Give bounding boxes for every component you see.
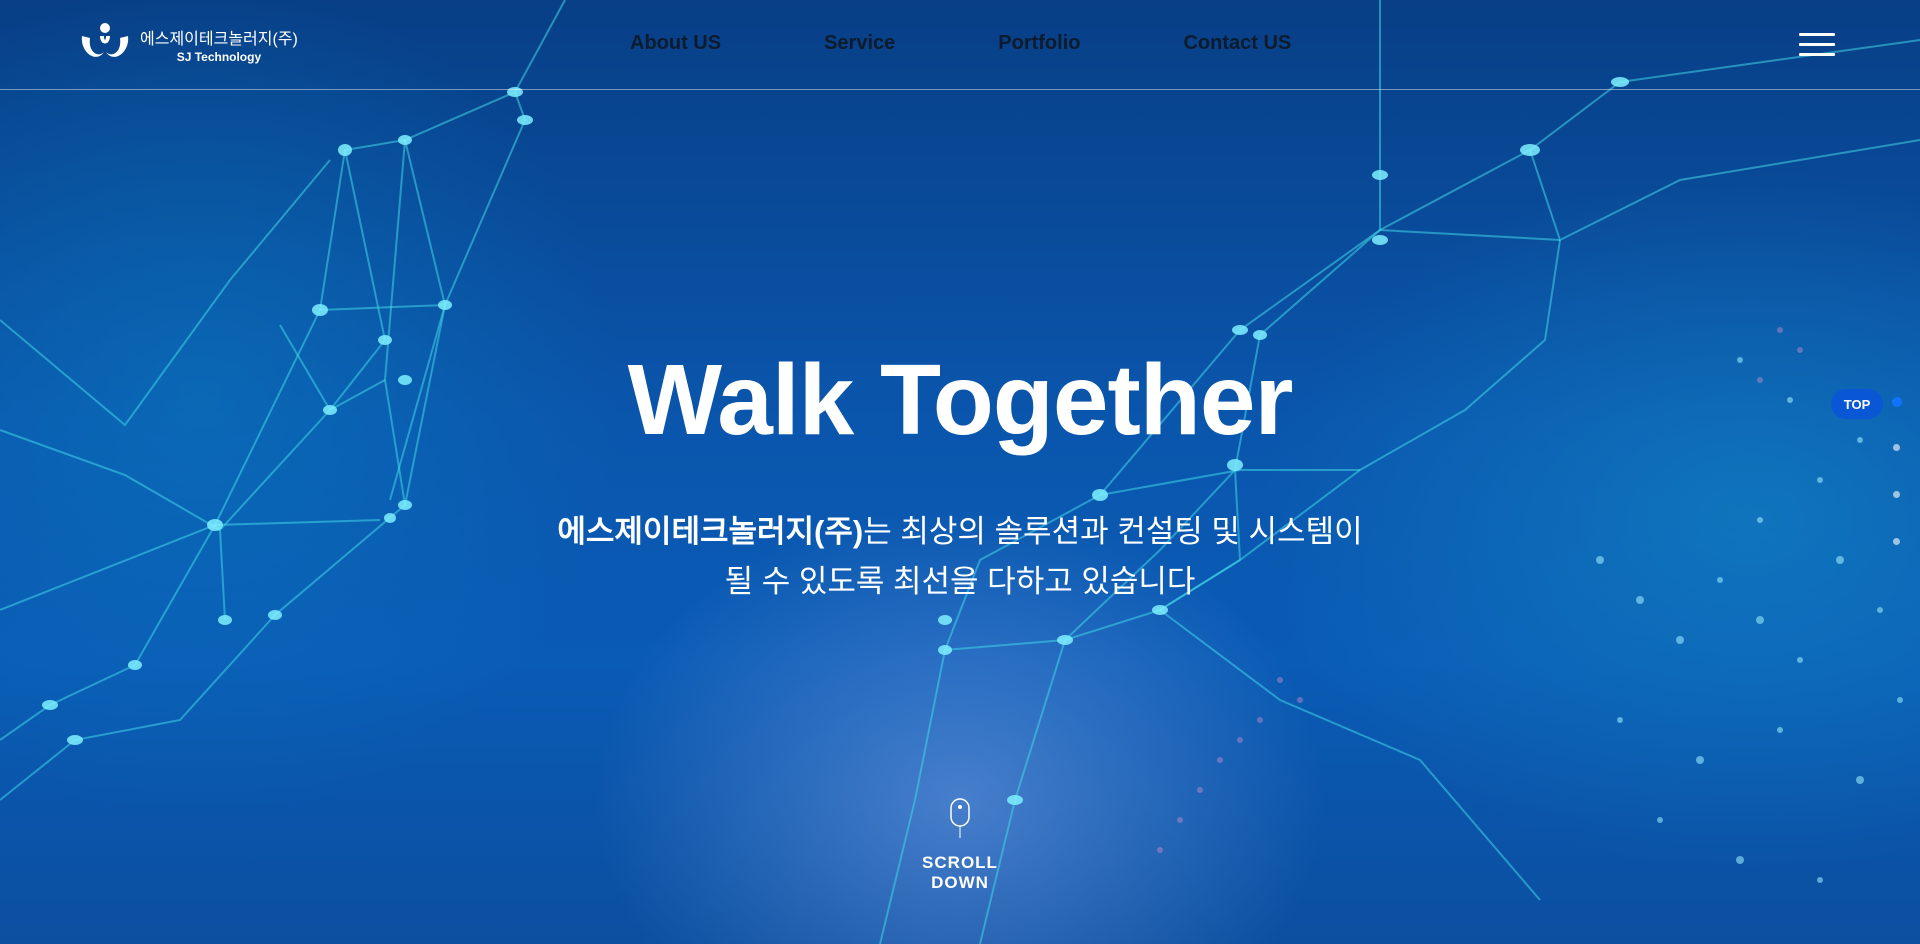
scroll-down-button[interactable]: SCROLL DOWN <box>895 797 1025 893</box>
scroll-down-label: SCROLL DOWN <box>922 853 998 892</box>
hero-title: Walk Together <box>627 344 1294 456</box>
hamburger-line <box>1799 43 1835 46</box>
nav-item-service[interactable]: Service <box>824 30 895 56</box>
pagination-dot-2[interactable] <box>1893 444 1900 451</box>
pagination-dot-4[interactable] <box>1893 538 1900 545</box>
logo-company-name-en: SJ Technology <box>176 49 262 64</box>
logo-mark-icon <box>81 23 129 57</box>
hamburger-line <box>1799 33 1835 36</box>
nav-item-about-us[interactable]: About US <box>630 30 721 56</box>
hero-subtitle-line-1: 에스제이테크놀러지(주)는 최상의 솔루션과 컨설팅 및 시스템이 <box>0 507 1920 557</box>
hero-subtitle-text-1: 는 최상의 솔루션과 컨설팅 및 시스템이 <box>863 514 1363 549</box>
main-navigation: About US Service Portfolio Contact US <box>630 30 1291 56</box>
top-button[interactable]: TOP <box>1831 389 1883 419</box>
pagination-dot-3[interactable] <box>1893 491 1900 498</box>
mouse-scroll-icon <box>950 798 970 838</box>
hamburger-line <box>1799 53 1835 56</box>
hero-subtitle-company-name: 에스제이테크놀러지(주) <box>557 514 864 549</box>
site-header: 에스제이테크놀러지(주) SJ Technology About US Serv… <box>0 0 1920 90</box>
company-logo[interactable]: 에스제이테크놀러지(주) SJ Technology <box>78 22 298 66</box>
hero-subtitle: 에스제이테크놀러지(주)는 최상의 솔루션과 컨설팅 및 시스템이 될 수 있도… <box>0 507 1920 607</box>
pagination-dot-1[interactable] <box>1892 397 1902 407</box>
hamburger-menu-icon[interactable] <box>1799 33 1835 57</box>
hero-subtitle-line-2: 될 수 있도록 최선을 다하고 있습니다 <box>724 564 1196 599</box>
logo-company-name-kr: 에스제이테크놀러지(주) <box>140 30 298 48</box>
nav-item-portfolio[interactable]: Portfolio <box>998 30 1080 56</box>
nav-item-contact-us[interactable]: Contact US <box>1183 30 1291 56</box>
